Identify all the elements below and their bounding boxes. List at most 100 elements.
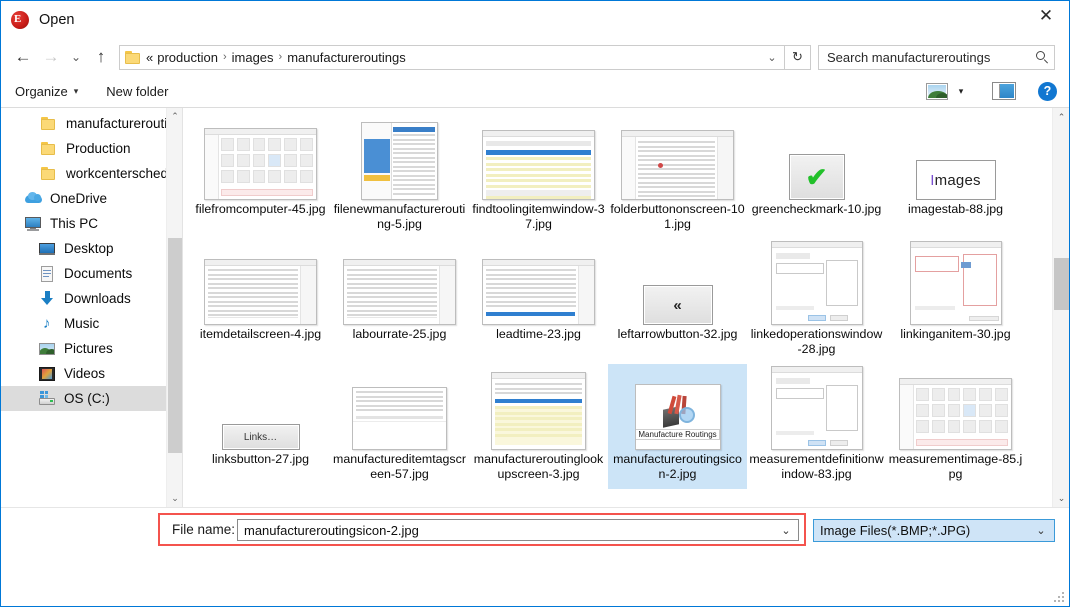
file-item[interactable]: Links… linksbutton-27.jpg — [191, 364, 330, 489]
folder-icon — [125, 50, 141, 64]
filename-value: manufactureroutingsicon-2.jpg — [244, 522, 419, 538]
sidebar-item-this-pc[interactable]: This PC — [1, 211, 182, 236]
file-item[interactable]: labourrate-25.jpg — [330, 239, 469, 364]
scrollbar-thumb[interactable] — [1054, 258, 1069, 310]
links-button-label: Links… — [243, 431, 278, 443]
refresh-icon[interactable]: ↻ — [785, 44, 811, 70]
sidebar-item-manufactureroutings[interactable]: manufactureroutings — [1, 111, 182, 136]
scroll-down-icon[interactable]: ⌄ — [1053, 489, 1069, 507]
breadcrumb-item-2[interactable]: manufactureroutings — [284, 50, 409, 65]
sidebar-item-os-c[interactable]: OS (C:) — [1, 386, 182, 411]
preview-pane-icon[interactable] — [992, 82, 1016, 100]
sidebar-item-label: Pictures — [64, 341, 113, 356]
file-name-label: folderbuttononscreen-101.jpg — [610, 202, 745, 231]
file-name-label: leftarrowbutton-32.jpg — [617, 327, 738, 341]
breadcrumb-overflow-icon[interactable]: « — [146, 50, 154, 65]
scrollbar-thumb[interactable] — [168, 238, 182, 453]
scroll-down-icon[interactable]: ⌄ — [167, 490, 182, 507]
sidebar-item-onedrive[interactable]: OneDrive — [1, 186, 182, 211]
sidebar-item-videos[interactable]: Videos — [1, 361, 182, 386]
sidebar-item-label: workcenterscheduling — [66, 166, 182, 181]
sidebar-item-music[interactable]: ♪ Music — [1, 311, 182, 336]
file-item[interactable]: Manufacture Routings manufactureroutingsi… — [608, 364, 747, 489]
change-view-icon[interactable] — [926, 82, 948, 100]
file-thumbnail-wrap: ✔ — [747, 116, 886, 200]
sidebar-item-label: OS (C:) — [64, 391, 110, 406]
file-item[interactable]: « leftarrowbutton-32.jpg — [608, 239, 747, 364]
file-thumbnail — [482, 130, 595, 200]
sidebar-item-documents[interactable]: Documents — [1, 261, 182, 286]
dialog-footer: File name: manufactureroutingsicon-2.jpg… — [1, 507, 1069, 606]
file-item[interactable]: measurementdefinitionwindow-83.jpg — [747, 364, 886, 489]
sidebar-item-label: Production — [66, 141, 131, 156]
folder-icon — [41, 116, 58, 132]
file-thumbnail — [204, 128, 317, 200]
file-thumbnail-wrap — [747, 366, 886, 450]
search-input[interactable]: Search manufactureroutings — [818, 44, 1055, 70]
file-item[interactable]: Images imagestab-88.jpg — [886, 114, 1025, 239]
sidebar-item-workcenterscheduling[interactable]: workcenterscheduling — [1, 161, 182, 186]
sidebar-item-downloads[interactable]: Downloads — [1, 286, 182, 311]
file-item[interactable]: measurementimage-85.jpg — [886, 364, 1025, 489]
chevron-down-icon: ▾ — [73, 85, 79, 96]
file-item[interactable]: itemdetailscreen-4.jpg — [191, 239, 330, 364]
sidebar-item-label: manufactureroutings — [66, 116, 182, 131]
file-thumbnail-wrap — [608, 116, 747, 200]
file-name-label: manufactureroutingsicon-2.jpg — [613, 452, 742, 481]
file-thumbnail-wrap — [191, 116, 330, 200]
checkmark-icon: ✔ — [805, 162, 828, 192]
filename-input[interactable]: manufactureroutingsicon-2.jpg ⌄ — [237, 519, 799, 541]
file-item[interactable]: manufactureditemtagscreen-57.jpg — [330, 364, 469, 489]
desktop-icon — [39, 241, 56, 257]
file-thumbnail-wrap — [886, 241, 1025, 325]
scroll-up-icon[interactable]: ⌃ — [167, 108, 182, 125]
back-icon[interactable]: ← — [9, 43, 37, 71]
sidebar-item-desktop[interactable]: Desktop — [1, 236, 182, 261]
file-item[interactable]: findtoolingitemwindow-37.jpg — [469, 114, 608, 239]
chevron-down-icon[interactable]: ▾ — [948, 86, 974, 97]
organize-label: Organize — [15, 83, 68, 99]
file-item[interactable]: folderbuttononscreen-101.jpg — [608, 114, 747, 239]
file-name-label: leadtime-23.jpg — [496, 327, 581, 341]
file-name-label: linkinganitem-30.jpg — [900, 327, 1011, 341]
file-thumbnail-wrap: « — [608, 241, 747, 325]
scroll-up-icon[interactable]: ⌃ — [1053, 108, 1069, 126]
address-bar[interactable]: « production › images › manufacturerouti… — [119, 44, 785, 70]
close-icon[interactable]: ✕ — [1023, 1, 1069, 31]
organize-button[interactable]: Organize ▾ — [15, 84, 78, 99]
file-grid: filefromcomputer-45.jpg filenewmanufactur… — [191, 114, 1051, 489]
file-thumbnail — [770, 241, 863, 325]
file-thumbnail: Links… — [221, 424, 300, 450]
breadcrumb-separator-icon: › — [222, 51, 227, 63]
file-item[interactable]: filefromcomputer-45.jpg — [191, 114, 330, 239]
folder-icon — [41, 166, 58, 182]
new-folder-button[interactable]: New folder — [106, 84, 168, 99]
chevron-down-icon[interactable]: ⌄ — [762, 51, 782, 64]
file-item[interactable]: ✔ greencheckmark-10.jpg — [747, 114, 886, 239]
file-item[interactable]: linkedoperationswindow-28.jpg — [747, 239, 886, 364]
chevron-down-icon[interactable]: ⌄ — [1031, 524, 1051, 537]
file-item[interactable]: leadtime-23.jpg — [469, 239, 608, 364]
breadcrumb-item-0[interactable]: production — [154, 50, 221, 65]
breadcrumb-item-1[interactable]: images — [229, 50, 277, 65]
file-list-scrollbar[interactable]: ⌃ ⌄ — [1052, 108, 1069, 507]
recent-locations-icon[interactable]: ⌄ — [65, 43, 87, 71]
search-icon[interactable] — [1035, 50, 1050, 65]
file-item[interactable]: manufactureroutinglookupscreen-3.jpg — [469, 364, 608, 489]
file-item[interactable]: linkinganitem-30.jpg — [886, 239, 1025, 364]
help-icon[interactable]: ? — [1038, 81, 1057, 101]
up-icon[interactable]: ↑ — [87, 43, 115, 71]
chevron-down-icon[interactable]: ⌄ — [776, 524, 796, 537]
sidebar-item-pictures[interactable]: Pictures — [1, 336, 182, 361]
forward-icon[interactable]: → — [37, 43, 65, 71]
file-name-label: itemdetailscreen-4.jpg — [199, 327, 322, 341]
breadcrumb: « production › images › manufacturerouti… — [146, 50, 762, 65]
navigation-scrollbar[interactable]: ⌃ ⌄ — [166, 108, 182, 507]
download-icon — [39, 290, 56, 307]
sidebar-item-label: Videos — [64, 366, 106, 381]
filetype-dropdown[interactable]: Image Files(*.BMP;*.JPG) ⌄ — [813, 519, 1055, 542]
window-title: Open — [39, 12, 75, 28]
resize-grip[interactable] — [1054, 592, 1065, 603]
sidebar-item-production[interactable]: Production — [1, 136, 182, 161]
file-item[interactable]: filenewmanufacturerouting-5.jpg — [330, 114, 469, 239]
